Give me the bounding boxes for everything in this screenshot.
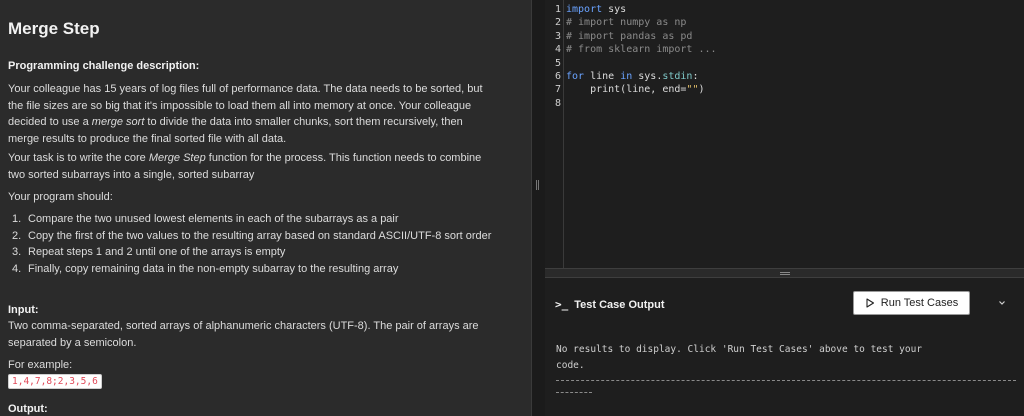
code-token: # import numpy as np: [566, 17, 687, 29]
line-number: 8: [554, 97, 561, 109]
line-number: 3: [554, 30, 561, 42]
input-heading: Input:: [8, 304, 39, 316]
code-area[interactable]: import sys # import numpy as np # import p…: [566, 3, 717, 110]
section-heading: Programming challenge description:: [8, 60, 200, 72]
code-token: print(line, end=: [566, 84, 687, 96]
code-line[interactable]: [566, 97, 717, 110]
divider: [556, 392, 592, 393]
problem-title: Merge Step: [8, 19, 100, 38]
code-line[interactable]: # import numpy as np: [566, 16, 717, 29]
line-number: 4: [554, 44, 561, 56]
description-paragraph-1: Your colleague has 15 years of log files…: [8, 83, 483, 145]
run-test-cases-button[interactable]: Run Test Cases: [853, 291, 970, 315]
code-token: :: [692, 71, 699, 83]
steps-list: 1. Compare the two unused lowest element…: [8, 211, 518, 277]
code-token: sys: [602, 4, 627, 15]
list-item: 2. Copy the first of the two values to t…: [12, 229, 492, 242]
code-line[interactable]: print(line, end=""): [566, 83, 717, 96]
code-line[interactable]: import sys: [566, 3, 717, 16]
run-test-cases-label: Run Test Cases: [880, 297, 959, 309]
line-number: 5: [554, 57, 561, 69]
code-editor[interactable]: 12345678 import sys # import numpy as np #…: [545, 0, 1024, 268]
test-output-panel: >_ Test Case Output Run Test Cases No re…: [545, 278, 1024, 416]
output-heading: Output:: [8, 403, 48, 415]
list-item: 4. Finally, copy remaining data in the n…: [12, 262, 399, 275]
drag-grip-icon[interactable]: [536, 180, 539, 190]
code-token: # import pandas as pd: [566, 30, 693, 42]
play-icon: [866, 298, 874, 308]
code-line[interactable]: for line in sys.stdin:: [566, 70, 717, 83]
problem-panel: Merge Step Programming challenge descrip…: [0, 0, 531, 416]
divider: [556, 380, 1016, 381]
output-message: No results to display. Click 'Run Test C…: [556, 344, 923, 371]
code-token: stdin: [662, 71, 693, 83]
code-token: # from sklearn import ...: [566, 44, 717, 56]
list-item: 3. Repeat steps 1 and 2 until one of the…: [12, 246, 286, 258]
code-token: ): [698, 84, 705, 96]
code-token: sys.: [632, 71, 663, 83]
horizontal-resize-handle[interactable]: [545, 268, 1024, 278]
list-item: 1. Compare the two unused lowest element…: [12, 213, 399, 225]
output-title: Test Case Output: [574, 298, 665, 311]
input-description: Two comma-separated, sorted arrays of al…: [8, 320, 479, 349]
description-paragraph-3: Your program should:: [8, 191, 113, 203]
description-paragraph-2: Your task is to write the core Merge Ste…: [8, 152, 482, 181]
line-number: 6: [554, 71, 561, 83]
code-token: import: [566, 4, 603, 15]
terminal-icon: >_: [555, 298, 569, 311]
output-header: >_ Test Case Output: [555, 298, 665, 311]
code-line[interactable]: [566, 57, 717, 70]
gutter-separator: [563, 0, 564, 268]
chevron-down-icon[interactable]: [997, 298, 1007, 308]
line-number: 1: [554, 4, 561, 15]
code-token: in: [620, 71, 633, 83]
code-token: for: [566, 71, 585, 83]
code-line[interactable]: # from sklearn import ...: [566, 43, 717, 56]
drag-grip-icon[interactable]: [780, 272, 790, 275]
line-number: 7: [554, 84, 561, 96]
example-code: 1,4,7,8;2,3,5,6: [8, 374, 102, 389]
code-token: "": [686, 84, 699, 96]
code-token: line: [584, 71, 621, 83]
line-number-gutter: 1 23 45 678: [545, 3, 561, 110]
vertical-resize-handle[interactable]: [531, 0, 545, 416]
code-line[interactable]: # import pandas as pd: [566, 30, 717, 43]
line-number: 2: [554, 17, 561, 29]
example-label: For example:: [8, 359, 73, 371]
